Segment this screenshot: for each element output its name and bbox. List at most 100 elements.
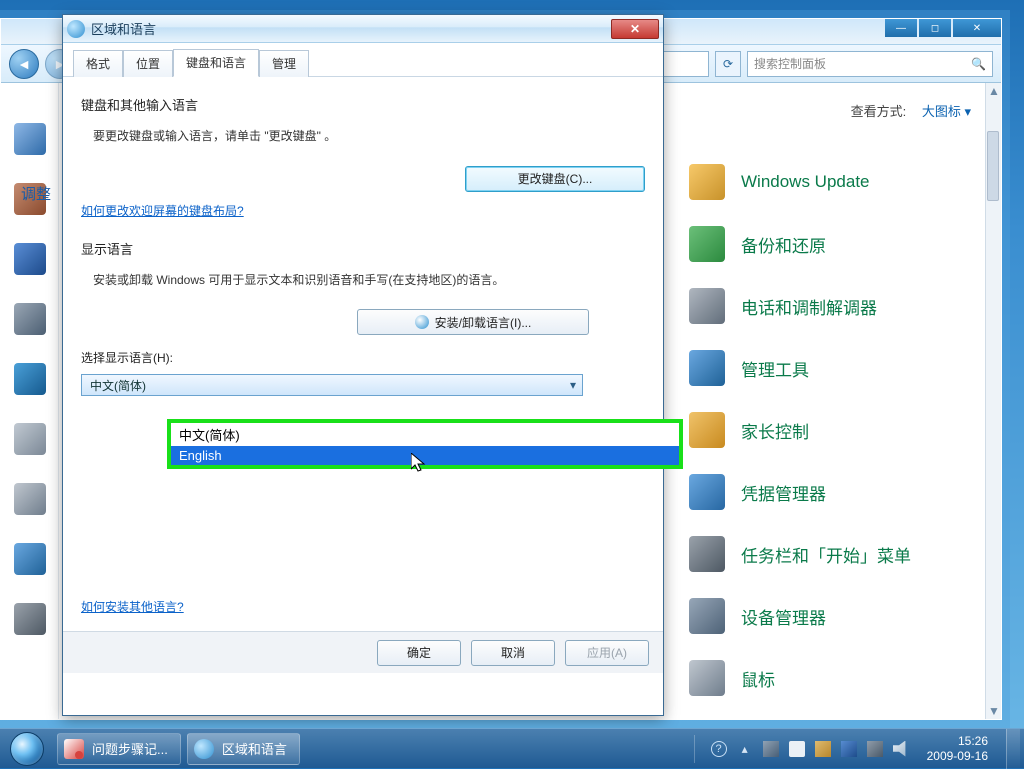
display-language-combobox[interactable]: 中文(简体) ▾ — [81, 374, 583, 396]
cp-item[interactable]: 任务栏和「开始」菜单 — [689, 523, 973, 585]
category-icon[interactable] — [14, 603, 46, 635]
globe-icon — [67, 20, 85, 38]
scrollbar[interactable]: ▲ ▼ — [985, 83, 1001, 719]
tray-icon[interactable] — [815, 741, 831, 757]
maximize-button[interactable]: ◻ — [919, 19, 951, 37]
search-icon: 🔍 — [971, 57, 986, 71]
cp-item[interactable]: 管理工具 — [689, 337, 973, 399]
cp-item[interactable]: 鼠标 — [689, 647, 973, 709]
backup-icon — [689, 226, 725, 262]
shield-icon — [415, 315, 429, 329]
cancel-label: 取消 — [501, 644, 525, 661]
keyboard-group-text: 要更改键盘或输入语言，请单击 "更改键盘" 。 — [81, 122, 645, 160]
cp-item-label: 管理工具 — [741, 356, 809, 381]
psr-icon — [64, 739, 84, 759]
globe-icon — [194, 739, 214, 759]
network-icon[interactable] — [867, 741, 883, 757]
left-heading: 调整 — [21, 183, 51, 204]
tray-icon[interactable] — [841, 741, 857, 757]
category-icon[interactable] — [14, 423, 46, 455]
select-display-language-label: 选择显示语言(H): — [81, 349, 645, 366]
view-switcher[interactable]: 查看方式: 大图标 ▾ — [851, 101, 971, 120]
chevron-down-icon: ▾ — [570, 378, 576, 392]
taskbar-clock[interactable]: 15:26 2009-09-16 — [919, 734, 996, 764]
taskbar-start-icon — [689, 536, 725, 572]
search-input[interactable]: 搜索控制面板 🔍 — [747, 51, 993, 77]
show-desktop-button[interactable] — [1006, 729, 1020, 769]
view-value: 大图标 — [922, 104, 961, 119]
dialog-close-button[interactable]: ✕ — [611, 19, 659, 39]
taskbar-button[interactable]: 问题步骤记... — [57, 733, 181, 765]
taskbar-button[interactable]: 区域和语言 — [187, 733, 300, 765]
cp-item-label: 家长控制 — [741, 418, 809, 443]
view-label: 查看方式: — [851, 104, 907, 119]
apply-button[interactable]: 应用(A) — [565, 640, 649, 666]
display-language-dropdown[interactable]: 中文(简体) English — [167, 419, 683, 469]
ok-button[interactable]: 确定 — [377, 640, 461, 666]
keyboard-group-title: 键盘和其他输入语言 — [81, 95, 645, 114]
start-orb-icon — [10, 732, 44, 766]
tab-format[interactable]: 格式 — [73, 50, 123, 77]
cp-item[interactable]: 设备管理器 — [689, 585, 973, 647]
region-language-dialog: 区域和语言 ✕ 格式 位置 键盘和语言 管理 键盘和其他输入语言 要更改键盘或输… — [62, 14, 664, 716]
tray-icon[interactable] — [763, 741, 779, 757]
dialog-tabs: 格式 位置 键盘和语言 管理 — [63, 43, 663, 77]
cancel-button[interactable]: 取消 — [471, 640, 555, 666]
cp-item[interactable]: 备份和还原 — [689, 213, 973, 275]
change-keyboard-button[interactable]: 更改键盘(C)... — [465, 166, 645, 192]
apply-label: 应用(A) — [587, 644, 627, 661]
install-uninstall-label: 安装/卸载语言(I)... — [435, 314, 532, 331]
install-other-languages-link[interactable]: 如何安装其他语言? — [81, 598, 184, 615]
scroll-down-icon[interactable]: ▼ — [986, 703, 1001, 719]
cp-item[interactable]: Windows Update — [689, 151, 973, 213]
action-center-icon[interactable] — [789, 741, 805, 757]
dialog-titlebar[interactable]: 区域和语言 ✕ — [63, 15, 663, 43]
category-icon[interactable] — [14, 543, 46, 575]
left-items-strip — [1, 83, 59, 719]
category-icon[interactable] — [14, 303, 46, 335]
ok-label: 确定 — [407, 644, 431, 661]
device-manager-icon — [689, 598, 725, 634]
taskbar-button-label: 问题步骤记... — [92, 739, 168, 758]
category-icon[interactable] — [14, 243, 46, 275]
cp-item-label: 备份和还原 — [741, 232, 826, 257]
back-button[interactable]: ◄ — [9, 49, 39, 79]
clock-time: 15:26 — [927, 734, 988, 749]
search-placeholder: 搜索控制面板 — [754, 55, 826, 72]
cp-item-label: 设备管理器 — [741, 604, 826, 629]
tab-admin[interactable]: 管理 — [259, 50, 309, 77]
category-icon[interactable] — [14, 363, 46, 395]
volume-icon[interactable] — [893, 741, 909, 757]
welcome-layout-link[interactable]: 如何更改欢迎屏幕的键盘布局? — [81, 204, 244, 218]
divider — [694, 735, 695, 763]
category-icon[interactable] — [14, 483, 46, 515]
dialog-button-row: 确定 取消 应用(A) — [63, 631, 663, 673]
minimize-button[interactable]: — — [885, 19, 917, 37]
refresh-button[interactable]: ⟳ — [715, 51, 741, 77]
windows-update-icon — [689, 164, 725, 200]
tab-location[interactable]: 位置 — [123, 50, 173, 77]
install-uninstall-languages-button[interactable]: 安装/卸载语言(I)... — [357, 309, 589, 335]
display-language-group-text: 安装或卸载 Windows 可用于显示文本和识别语音和手写(在支持地区)的语言。 — [81, 266, 581, 304]
combobox-value: 中文(简体) — [90, 377, 146, 394]
start-button[interactable] — [0, 729, 54, 769]
close-button[interactable]: ✕ — [953, 19, 1001, 37]
dropdown-option[interactable]: 中文(简体) — [171, 423, 679, 446]
scroll-up-icon[interactable]: ▲ — [986, 83, 1001, 99]
cp-item-label: Windows Update — [741, 172, 870, 192]
cp-item-label: 凭据管理器 — [741, 480, 826, 505]
cp-item[interactable]: 家长控制 — [689, 399, 973, 461]
category-icon[interactable] — [14, 123, 46, 155]
help-icon[interactable]: ? — [711, 741, 727, 757]
taskbar-button-label: 区域和语言 — [222, 739, 287, 758]
cp-item[interactable]: 凭据管理器 — [689, 461, 973, 523]
cp-item[interactable]: 电话和调制解调器 — [689, 275, 973, 337]
credential-manager-icon — [689, 474, 725, 510]
dropdown-option[interactable]: English — [171, 446, 679, 465]
dialog-content: 键盘和其他输入语言 要更改键盘或输入语言，请单击 "更改键盘" 。 更改键盘(C… — [63, 77, 663, 673]
chevron-down-icon: ▾ — [964, 104, 971, 119]
tray-chevron-icon[interactable]: ▴ — [737, 741, 753, 757]
scroll-thumb[interactable] — [987, 131, 999, 201]
phone-modem-icon — [689, 288, 725, 324]
tab-keyboard-language[interactable]: 键盘和语言 — [173, 49, 259, 77]
